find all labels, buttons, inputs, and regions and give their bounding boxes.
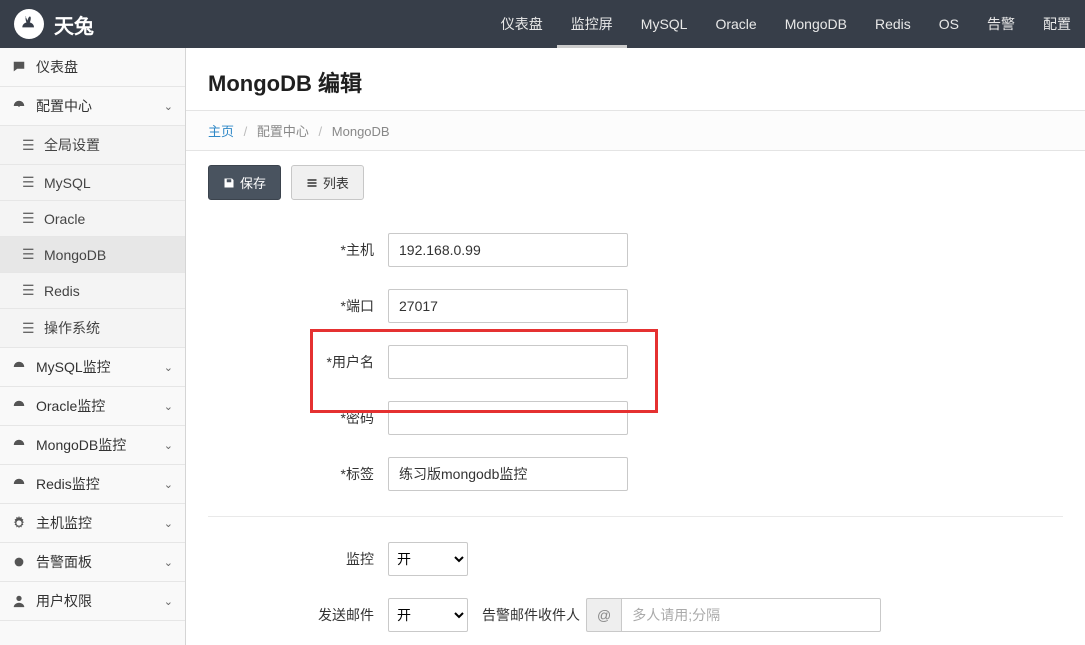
sidebar-item-redis[interactable]: ☰Redis	[0, 273, 185, 309]
port-input[interactable]	[388, 289, 628, 323]
brand[interactable]: 天兔	[0, 9, 108, 39]
brand-text: 天兔	[54, 10, 94, 39]
dashboard-icon	[12, 399, 28, 413]
username-input[interactable]	[388, 345, 628, 379]
topnav-redis[interactable]: Redis	[861, 0, 925, 48]
dashboard-icon	[12, 438, 28, 452]
breadcrumb: 主页 / 配置中心 / MongoDB	[186, 111, 1085, 151]
list-icon: ☰	[22, 137, 36, 154]
sidebar-item-os[interactable]: ☰操作系统	[0, 309, 185, 348]
port-label: *端口	[208, 296, 388, 316]
user-icon	[12, 594, 28, 608]
dashboard-icon	[12, 360, 28, 374]
divider	[208, 516, 1063, 517]
chevron-down-icon: ⌄	[164, 400, 173, 413]
chevron-down-icon: ⌄	[164, 439, 173, 452]
dashboard-icon	[12, 99, 28, 113]
gear-icon	[12, 516, 28, 530]
tag-label: *标签	[208, 464, 388, 484]
breadcrumb-home[interactable]: 主页	[208, 124, 234, 139]
username-label: *用户名	[208, 352, 388, 372]
list-icon: ☰	[22, 282, 36, 299]
sidebar-dashboard-label: 仪表盘	[36, 57, 78, 77]
host-input[interactable]	[388, 233, 628, 267]
list-icon: ☰	[22, 320, 36, 337]
topnav-mysql[interactable]: MySQL	[627, 0, 702, 48]
sidebar-item-mysql[interactable]: ☰MySQL	[0, 165, 185, 201]
chevron-down-icon: ⌄	[164, 478, 173, 491]
breadcrumb-config: 配置中心	[257, 124, 309, 139]
topnav-config[interactable]: 配置	[1029, 0, 1085, 48]
chevron-down-icon: ⌄	[164, 556, 173, 569]
sidebar-mysql-monitor[interactable]: MySQL监控⌄	[0, 348, 185, 387]
rabbit-logo-icon	[14, 9, 44, 39]
sidebar-item-oracle[interactable]: ☰Oracle	[0, 201, 185, 237]
page-title: MongoDB 编辑	[186, 48, 1085, 111]
tag-input[interactable]	[388, 457, 628, 491]
chat-icon	[12, 60, 28, 74]
chevron-down-icon: ⌄	[164, 361, 173, 374]
topnav-mongodb[interactable]: MongoDB	[771, 0, 861, 48]
sidebar-redis-monitor[interactable]: Redis监控⌄	[0, 465, 185, 504]
list-icon: ☰	[22, 210, 36, 227]
dashboard-icon	[12, 477, 28, 491]
top-navbar: 天兔 仪表盘 监控屏 MySQL Oracle MongoDB Redis OS…	[0, 0, 1085, 48]
monitor-select[interactable]: 开	[388, 542, 468, 576]
mail-select[interactable]: 开	[388, 598, 468, 632]
list-icon: ☰	[22, 246, 36, 263]
topnav-os[interactable]: OS	[925, 0, 973, 48]
password-label: *密码	[208, 408, 388, 428]
save-button[interactable]: 保存	[208, 165, 281, 200]
sidebar-config-center-label: 配置中心	[36, 96, 92, 116]
topnav-monitor-screen[interactable]: 监控屏	[557, 0, 627, 48]
mail-label: 发送邮件	[208, 605, 388, 625]
list-icon	[306, 177, 318, 189]
chevron-down-icon: ⌄	[164, 595, 173, 608]
topnav-dashboard[interactable]: 仪表盘	[487, 0, 557, 48]
save-icon	[223, 177, 235, 189]
chevron-down-icon: ⌄	[164, 517, 173, 530]
chevron-down-icon: ⌄	[164, 100, 173, 113]
password-input[interactable]	[388, 401, 628, 435]
mail-recipient-label: 告警邮件收件人	[482, 605, 580, 625]
sidebar-dashboard[interactable]: 仪表盘	[0, 48, 185, 87]
mail-recipient-input[interactable]	[621, 598, 881, 632]
topnav-alert[interactable]: 告警	[973, 0, 1029, 48]
gear-icon	[12, 555, 28, 569]
sidebar-config-submenu: ☰全局设置 ☰MySQL ☰Oracle ☰MongoDB ☰Redis ☰操作…	[0, 126, 185, 348]
breadcrumb-current: MongoDB	[332, 124, 390, 139]
list-icon: ☰	[22, 174, 36, 191]
list-button[interactable]: 列表	[291, 165, 364, 200]
sidebar-user-permission[interactable]: 用户权限⌄	[0, 582, 185, 621]
sidebar-item-mongodb[interactable]: ☰MongoDB	[0, 237, 185, 273]
main-content: MongoDB 编辑 主页 / 配置中心 / MongoDB 保存 列表 *主机	[186, 48, 1085, 645]
sidebar-item-global[interactable]: ☰全局设置	[0, 126, 185, 165]
topnav-oracle[interactable]: Oracle	[701, 0, 770, 48]
toolbar: 保存 列表	[186, 151, 1085, 210]
sidebar-oracle-monitor[interactable]: Oracle监控⌄	[0, 387, 185, 426]
sidebar-alert-panel[interactable]: 告警面板⌄	[0, 543, 185, 582]
sidebar-host-monitor[interactable]: 主机监控⌄	[0, 504, 185, 543]
sidebar-config-center[interactable]: 配置中心 ⌄	[0, 87, 185, 126]
host-label: *主机	[208, 240, 388, 260]
topnav-links: 仪表盘 监控屏 MySQL Oracle MongoDB Redis OS 告警…	[487, 0, 1085, 48]
at-icon: @	[586, 598, 621, 632]
sidebar-mongodb-monitor[interactable]: MongoDB监控⌄	[0, 426, 185, 465]
edit-form: *主机 *端口 *用户名 *密码 *标签 监控	[186, 210, 1085, 645]
monitor-label: 监控	[208, 549, 388, 569]
sidebar: 仪表盘 配置中心 ⌄ ☰全局设置 ☰MySQL ☰Oracle ☰MongoDB…	[0, 48, 186, 645]
